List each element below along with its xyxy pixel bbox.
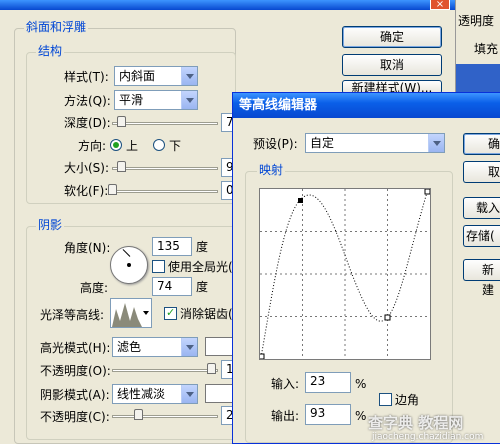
altitude-label: 高度: <box>80 281 109 295</box>
method-select[interactable]: 平滑 <box>114 90 198 110</box>
opacity1-label: 不透明度(O): <box>40 364 111 378</box>
contour-cancel-button[interactable]: 取 <box>463 161 500 183</box>
direction-up-radio[interactable] <box>110 139 122 151</box>
size-label: 大小(S): <box>64 161 110 175</box>
highlight-mode-value: 滤色 <box>117 340 142 354</box>
highlight-mode-select[interactable]: 滤色 <box>112 337 198 357</box>
preset-value: 自定 <box>310 136 335 150</box>
angle-dial[interactable] <box>110 246 148 284</box>
fill-label: 填充 <box>474 42 499 56</box>
shadow-mode-value: 线性减淡 <box>117 387 166 401</box>
depth-slider-track[interactable] <box>112 122 218 125</box>
direction-up-label: 上 <box>126 139 139 153</box>
shadow-mode-select[interactable]: 线性减淡 <box>112 384 198 404</box>
style-select-value: 内斜面 <box>119 69 156 83</box>
chevron-down-icon <box>143 311 149 315</box>
shading-legend: 阴影 <box>36 218 65 232</box>
direction-down-label: 下 <box>169 139 182 153</box>
highlight-color-swatch[interactable] <box>205 337 235 356</box>
corner-label: 边角 <box>395 393 420 407</box>
global-light-checkbox[interactable] <box>152 260 165 273</box>
style-select[interactable]: 内斜面 <box>114 66 198 86</box>
soften-slider-track[interactable] <box>112 190 218 193</box>
angle-unit: 度 <box>196 240 209 254</box>
close-button[interactable]: × <box>430 0 450 10</box>
output-label: 输出: <box>271 409 300 423</box>
window-titlebar-strip <box>0 0 455 10</box>
angle-label: 角度(N): <box>64 241 111 255</box>
input-label: 输入: <box>271 377 300 391</box>
altitude-unit: 度 <box>196 280 209 294</box>
opacity2-label: 不透明度(C): <box>40 410 110 424</box>
altitude-field[interactable]: 74 <box>152 277 192 296</box>
contour-curve-svg <box>258 188 431 360</box>
chevron-down-icon <box>181 338 197 356</box>
style-label: 样式(T): <box>64 70 109 84</box>
watermark-text: 查字典 教程网 <box>368 414 464 432</box>
chevron-down-icon <box>181 67 197 85</box>
soften-slider-thumb[interactable] <box>108 184 117 195</box>
method-select-value: 平滑 <box>119 93 144 107</box>
contour-point-low <box>384 314 391 321</box>
preset-select[interactable]: 自定 <box>305 133 445 153</box>
contour-editor-dialog: 等高线编辑器 预设(P): 自定 映射 输入: 23 % 边角 输出: 93 % <box>232 92 500 444</box>
contour-save-button[interactable]: 存储( <box>463 225 500 247</box>
opacity1-slider-track[interactable] <box>112 369 218 372</box>
chevron-down-icon <box>181 385 197 403</box>
contour-point-end <box>424 188 431 195</box>
angle-field[interactable]: 135 <box>152 237 192 256</box>
direction-down-radio[interactable] <box>153 139 165 151</box>
highlight-mode-label: 高光模式(H): <box>40 341 111 355</box>
soften-label: 软化(F): <box>64 184 109 198</box>
method-label: 方法(Q): <box>64 94 111 108</box>
contour-point-selected <box>298 198 303 203</box>
contour-point-start <box>258 353 265 360</box>
opacity2-slider-track[interactable] <box>112 415 218 418</box>
shadow-color-swatch[interactable] <box>205 384 235 403</box>
contour-load-button[interactable]: 载入 <box>463 197 500 219</box>
mapping-legend: 映射 <box>257 163 286 177</box>
section-title: 斜面和浮雕 <box>24 20 89 34</box>
opacity1-slider-thumb[interactable] <box>207 363 216 374</box>
input-field[interactable]: 23 <box>305 372 351 393</box>
direction-label: 方向: <box>78 139 107 153</box>
cancel-button[interactable]: 取消 <box>342 54 442 76</box>
preset-label: 预设(P): <box>253 137 298 151</box>
right-panel-blue-bar <box>456 64 500 92</box>
gloss-contour-label: 光泽等高线: <box>40 308 105 322</box>
opacity-tab[interactable]: 透明度 <box>458 12 494 29</box>
depth-label: 深度(D): <box>64 116 111 130</box>
watermark-url: jiaocheng.chazidian.com <box>372 432 484 442</box>
right-panel: 透明度 填充 <box>455 0 500 92</box>
size-slider-thumb[interactable] <box>117 161 126 172</box>
gloss-contour-picker[interactable] <box>110 298 152 328</box>
contour-ok-button[interactable]: 确 <box>463 133 500 155</box>
chevron-down-icon <box>181 91 197 109</box>
opacity2-slider-thumb[interactable] <box>134 409 143 420</box>
input-percent: % <box>355 377 367 391</box>
depth-slider-thumb[interactable] <box>117 116 126 127</box>
angle-dial-needle <box>122 249 131 257</box>
antialias-checkbox[interactable] <box>164 306 177 320</box>
contour-graph[interactable] <box>258 188 431 360</box>
output-percent: % <box>355 409 367 423</box>
contour-new-button[interactable]: 新建 <box>463 259 500 297</box>
size-slider-track[interactable] <box>112 167 218 170</box>
output-field[interactable]: 93 <box>305 404 351 425</box>
corner-checkbox[interactable] <box>379 393 392 406</box>
shadow-mode-label: 阴影模式(A): <box>40 388 110 402</box>
contour-editor-title: 等高线编辑器 <box>233 93 500 118</box>
contour-preview-icon <box>112 303 142 327</box>
structure-legend: 结构 <box>36 44 65 58</box>
angle-dial-dot <box>127 263 131 267</box>
chevron-down-icon <box>428 134 444 152</box>
ok-button[interactable]: 确定 <box>342 26 442 48</box>
